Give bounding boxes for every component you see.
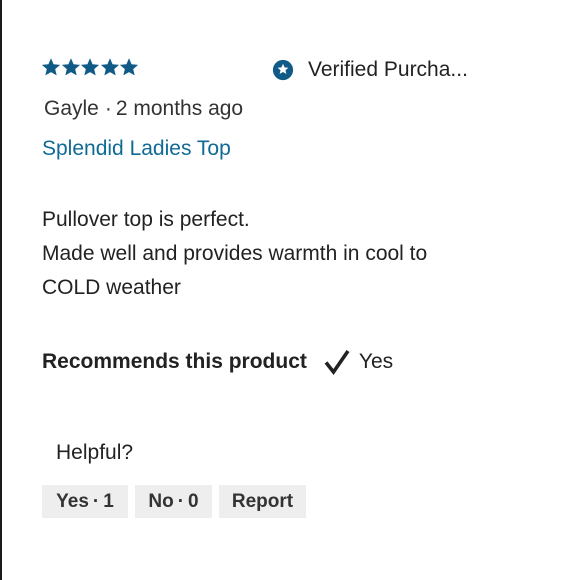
no-label: No (148, 490, 174, 512)
star-icon (41, 57, 61, 77)
recommendation: Recommends this product Yes (42, 348, 393, 376)
star-icon (119, 57, 139, 77)
no-count: 0 (188, 490, 199, 512)
helpful-yes-button[interactable]: Yes · 1 (42, 485, 128, 518)
verified-purchase: Verified Purcha... (272, 58, 468, 82)
checkmark-icon (324, 349, 350, 376)
verified-label: Verified Purcha... (308, 58, 468, 81)
yes-count: 1 (103, 490, 114, 512)
helpful-label: Helpful? (56, 441, 134, 464)
review-text-line: Pullover top is perfect. (42, 208, 250, 231)
recommends-value: Yes (358, 350, 394, 373)
report-button[interactable]: Report (219, 485, 306, 518)
star-icon (100, 57, 120, 77)
meta-separator: · (104, 97, 112, 120)
review-card: Verified Purcha... Gayle · 2 months ago Sp… (0, 0, 580, 580)
review-text: Pullover top is perfect. Made well and p… (42, 203, 427, 305)
no-separator: · (177, 490, 185, 512)
star-icon (61, 57, 81, 77)
review-meta: Gayle · 2 months ago (44, 97, 243, 121)
recommends-label: Recommends this product (42, 350, 307, 373)
yes-label: Yes (56, 490, 89, 512)
review-text-line: Made well and provides warmth in cool to (42, 242, 428, 265)
review-time: 2 months ago (115, 97, 244, 120)
star-rating (41, 57, 139, 77)
feedback-buttons: Yes · 1 No · 0 Report (42, 485, 306, 518)
helpful-no-button[interactable]: No · 0 (135, 485, 212, 518)
product-link[interactable]: Splendid Ladies Top (42, 137, 231, 161)
yes-separator: · (92, 490, 100, 512)
star-icon (80, 57, 100, 77)
verified-badge-icon (272, 59, 294, 81)
review-text-line: COLD weather (42, 276, 181, 299)
author-name: Gayle (44, 97, 99, 120)
